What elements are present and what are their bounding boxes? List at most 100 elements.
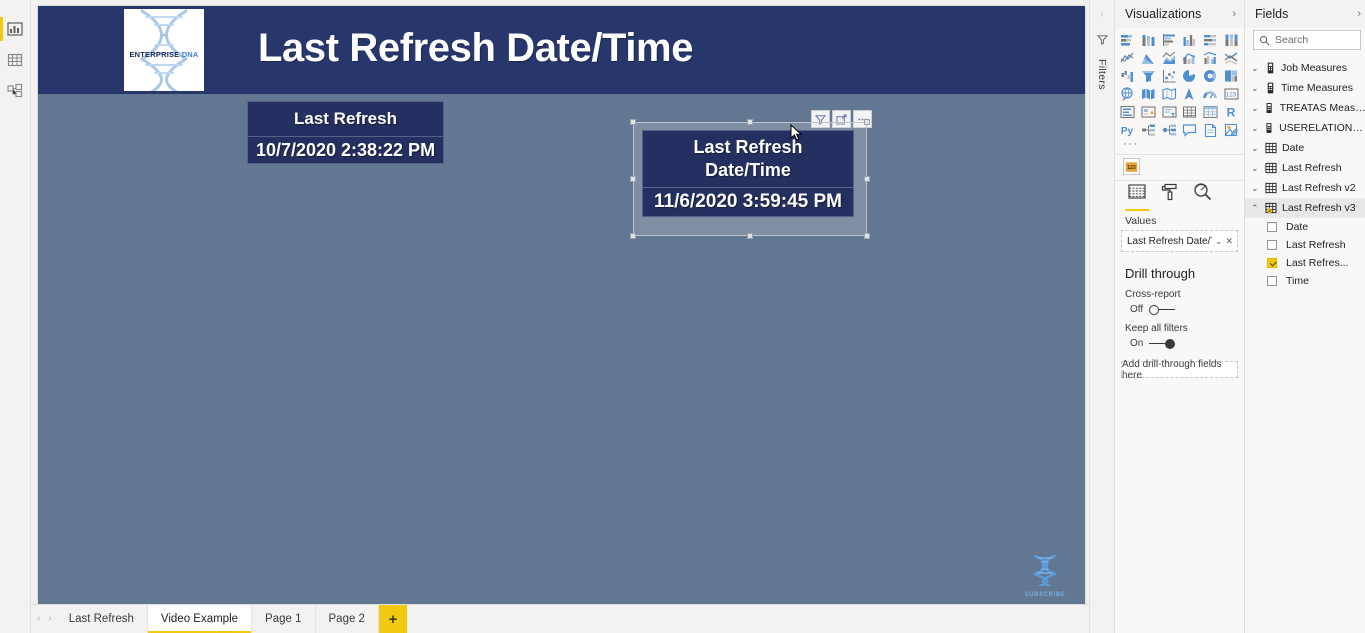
- resize-handle-top-right[interactable]: [864, 119, 870, 125]
- resize-handle-middle-left[interactable]: [630, 176, 636, 182]
- fields-table-userelationship-measures[interactable]: ⌄ USERELATIONSHI...: [1245, 118, 1365, 138]
- resize-handle-bottom-center[interactable]: [747, 233, 753, 239]
- field-item-last-refresh-datetime[interactable]: Last Refres...: [1245, 254, 1365, 272]
- cross-report-toggle-row[interactable]: Off: [1115, 302, 1244, 319]
- viz-ribbon-chart[interactable]: [1221, 49, 1241, 66]
- keep-all-filters-toggle-row[interactable]: On: [1115, 336, 1244, 353]
- viz-100-stacked-column-chart[interactable]: [1221, 31, 1241, 48]
- page-tab-page-2[interactable]: Page 2: [315, 605, 379, 633]
- cross-report-toggle[interactable]: [1149, 304, 1176, 315]
- fields-table-date[interactable]: ⌄ Date: [1245, 138, 1365, 158]
- fields-table-time-measures[interactable]: ⌄ Time Measures: [1245, 78, 1365, 98]
- chevron-up-icon[interactable]: ⌃: [1251, 203, 1260, 213]
- values-field-pill[interactable]: Last Refresh Date/Time ⌄ ✕: [1124, 233, 1235, 249]
- add-page-button[interactable]: +: [378, 605, 407, 633]
- field-item-time[interactable]: Time: [1245, 272, 1365, 290]
- chevron-down-icon[interactable]: ⌄: [1251, 183, 1260, 193]
- viz-waterfall-chart[interactable]: [1118, 67, 1138, 84]
- chevron-down-icon[interactable]: ⌄: [1215, 236, 1223, 246]
- viz-get-more-visuals[interactable]: [1221, 121, 1241, 138]
- fields-table-treatas-measures[interactable]: ⌄ TREATAS Measures: [1245, 98, 1365, 118]
- resize-handle-middle-right[interactable]: [864, 176, 870, 182]
- viz-decomposition-tree[interactable]: [1139, 121, 1159, 138]
- chevron-down-icon[interactable]: ⌄: [1251, 143, 1260, 153]
- expand-fields-chevron-icon[interactable]: ›: [1357, 8, 1361, 20]
- viz-line-stacked-column-chart[interactable]: [1180, 49, 1200, 66]
- viz-100-stacked-bar-chart[interactable]: [1201, 31, 1221, 48]
- report-page[interactable]: ENTERPRISE DNA Last Refresh Date/Time La…: [38, 6, 1085, 604]
- viz-matrix[interactable]: [1201, 103, 1221, 120]
- fields-table-job-measures[interactable]: ⌄ Job Measures: [1245, 58, 1365, 78]
- resize-handle-bottom-right[interactable]: [864, 233, 870, 239]
- viz-python-visual[interactable]: Py: [1118, 121, 1138, 138]
- page-tab-last-refresh[interactable]: Last Refresh: [55, 605, 148, 633]
- card-visual-last-refresh-datetime[interactable]: Last Refresh Date/Time 11/6/2020 3:59:45…: [630, 119, 870, 239]
- chevron-down-icon[interactable]: ⌄: [1251, 83, 1260, 93]
- viz-key-influencers[interactable]: [1159, 121, 1179, 138]
- page-tab-page-1[interactable]: Page 1: [252, 605, 316, 633]
- viz-scatter-chart[interactable]: [1159, 67, 1179, 84]
- model-view-button[interactable]: [0, 76, 31, 106]
- fields-table-last-refresh-v2[interactable]: ⌄ Last Refresh v2: [1245, 178, 1365, 198]
- viz-stacked-bar-chart[interactable]: [1118, 31, 1138, 48]
- viz-r-script-visual[interactable]: R: [1221, 103, 1241, 120]
- viz-multi-row-card[interactable]: [1118, 103, 1138, 120]
- fields-table-last-refresh-v3[interactable]: ⌃ Last Refresh v3: [1245, 198, 1365, 218]
- analytics-tab[interactable]: [1193, 183, 1212, 211]
- resize-handle-top-left[interactable]: [630, 119, 636, 125]
- viz-donut-chart[interactable]: [1201, 67, 1221, 84]
- viz-kpi[interactable]: [1139, 103, 1159, 120]
- page-prev-button[interactable]: ‹: [37, 614, 40, 624]
- chevron-down-icon[interactable]: ⌄: [1251, 123, 1259, 133]
- field-checkbox[interactable]: [1267, 222, 1277, 232]
- field-checkbox[interactable]: [1267, 240, 1277, 250]
- viz-map[interactable]: [1118, 85, 1138, 102]
- fields-tab[interactable]: [1125, 183, 1149, 211]
- expand-visualizations-chevron-icon[interactable]: ›: [1232, 8, 1236, 20]
- values-well[interactable]: Last Refresh Date/Time ⌄ ✕: [1121, 230, 1238, 252]
- viz-arcgis-map[interactable]: [1180, 85, 1200, 102]
- chevron-down-icon[interactable]: ⌄: [1251, 163, 1260, 173]
- viz-stacked-column-chart[interactable]: [1139, 31, 1159, 48]
- viz-treemap[interactable]: [1221, 67, 1241, 84]
- fields-search-box[interactable]: Search: [1253, 30, 1361, 50]
- page-next-button[interactable]: ›: [48, 614, 51, 624]
- chevron-down-icon[interactable]: ⌄: [1251, 103, 1259, 113]
- viz-slicer[interactable]: [1159, 103, 1179, 120]
- remove-field-icon[interactable]: ✕: [1225, 236, 1233, 246]
- viz-clustered-bar-chart[interactable]: [1159, 31, 1179, 48]
- data-view-button[interactable]: [0, 45, 31, 75]
- resize-handle-bottom-left[interactable]: [630, 233, 636, 239]
- viz-clustered-column-chart[interactable]: [1180, 31, 1200, 48]
- field-checkbox[interactable]: [1267, 276, 1277, 286]
- viz-line-chart[interactable]: [1118, 49, 1138, 66]
- card-visual-last-refresh[interactable]: Last Refresh 10/7/2020 2:38:22 PM: [247, 101, 444, 164]
- report-view-button[interactable]: [0, 14, 31, 44]
- keep-all-filters-toggle[interactable]: [1149, 338, 1176, 349]
- collapse-filters-chevron-icon[interactable]: ‹: [1100, 10, 1103, 20]
- field-checkbox[interactable]: [1267, 258, 1277, 268]
- viz-area-chart[interactable]: [1139, 49, 1159, 66]
- viz-paginated-report[interactable]: [1201, 121, 1221, 138]
- viz-pie-chart[interactable]: [1180, 67, 1200, 84]
- viz-line-clustered-column-chart[interactable]: [1201, 49, 1221, 66]
- field-item-last-refresh[interactable]: Last Refresh: [1245, 236, 1365, 254]
- selected-card-visual-button[interactable]: 123: [1123, 158, 1140, 175]
- format-tab[interactable]: [1161, 183, 1179, 211]
- viz-table[interactable]: [1180, 103, 1200, 120]
- chevron-down-icon[interactable]: ⌄: [1251, 63, 1260, 73]
- more-visuals-button[interactable]: ···: [1115, 138, 1244, 152]
- viz-qa-visual[interactable]: [1180, 121, 1200, 138]
- viz-shape-map[interactable]: [1159, 85, 1179, 102]
- field-item-date[interactable]: Date: [1245, 218, 1365, 236]
- viz-card[interactable]: 123: [1221, 85, 1241, 102]
- filters-pane-collapsed[interactable]: ‹ Filters: [1089, 0, 1114, 633]
- viz-stacked-area-chart[interactable]: [1159, 49, 1179, 66]
- viz-gauge[interactable]: [1201, 85, 1221, 102]
- canvas-scroll-region[interactable]: ENTERPRISE DNA Last Refresh Date/Time La…: [31, 0, 1089, 604]
- resize-handle-top-center[interactable]: [747, 119, 753, 125]
- fields-table-last-refresh[interactable]: ⌄ Last Refresh: [1245, 158, 1365, 178]
- drill-through-dropzone[interactable]: Add drill-through fields here: [1121, 359, 1238, 381]
- viz-funnel-chart[interactable]: [1139, 67, 1159, 84]
- viz-filled-map[interactable]: [1139, 85, 1159, 102]
